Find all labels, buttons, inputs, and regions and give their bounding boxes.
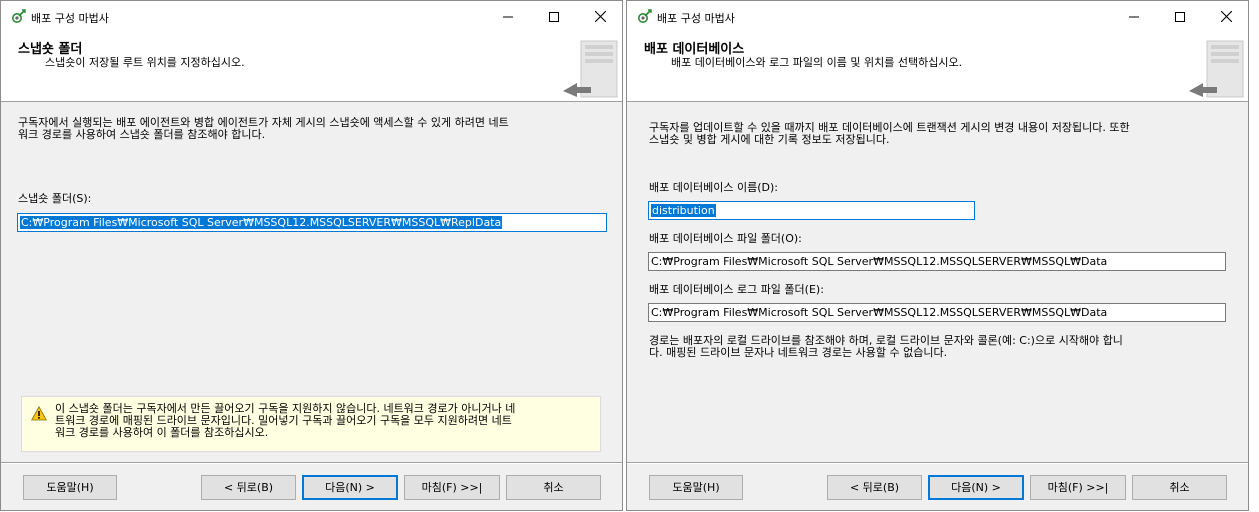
db-name-input[interactable]: distribution — [648, 201, 975, 220]
finish-button[interactable]: 마침(F) >>| — [1030, 475, 1126, 500]
log-folder-label: 배포 데이터베이스 로그 파일 폴더(E): — [649, 283, 824, 296]
window-title: 배포 구성 마법사 — [31, 12, 109, 25]
left-wizard-window: 배포 구성 마법사 스냅숏 폴더 스냅숏이 저장될 루트 위치를 지정하십시오.… — [0, 0, 623, 511]
log-folder-input[interactable]: C:₩Program Files₩Microsoft SQL Server₩MS… — [648, 303, 1226, 322]
close-icon[interactable] — [1203, 1, 1248, 32]
next-button[interactable]: 다음(N) > — [928, 475, 1024, 500]
server-graphic-icon — [561, 37, 622, 99]
description-line-2: 워크 경로를 사용하여 스냅숏 폴더를 참조해야 합니다. — [18, 128, 266, 141]
warning-line-3: 워크 경로를 사용하여 이 폴더를 참조하십시오. — [55, 426, 269, 439]
maximize-icon[interactable] — [1157, 1, 1203, 32]
path-note-line-2: 다. 매핑된 드라이브 문자나 네트워크 경로는 사용할 수 없습니다. — [649, 346, 948, 359]
db-folder-label: 배포 데이터베이스 파일 폴더(O): — [649, 232, 802, 245]
close-icon[interactable] — [577, 1, 622, 32]
next-button[interactable]: 다음(N) > — [302, 475, 398, 500]
window-title: 배포 구성 마법사 — [657, 12, 735, 25]
wizard-header: 배포 데이터베이스 배포 데이터베이스와 로그 파일의 이름 및 위치를 선택하… — [627, 32, 1248, 102]
back-button[interactable]: < 뒤로(B) — [827, 475, 922, 500]
back-button[interactable]: < 뒤로(B) — [201, 475, 296, 500]
description-line-2: 스냅숏 및 병합 게시에 대한 기록 정보도 저장됩니다. — [649, 133, 890, 146]
db-folder-input[interactable]: C:₩Program Files₩Microsoft SQL Server₩MS… — [648, 252, 1226, 271]
title-bar[interactable]: 배포 구성 마법사 — [627, 1, 1248, 32]
right-wizard-window: 배포 구성 마법사 배포 데이터베이스 배포 데이터베이스와 로그 파일의 이름… — [626, 0, 1249, 511]
minimize-icon[interactable] — [1111, 1, 1157, 32]
title-bar[interactable]: 배포 구성 마법사 — [1, 1, 622, 32]
wizard-header: 스냅숏 폴더 스냅숏이 저장될 루트 위치를 지정하십시오. — [1, 32, 622, 102]
db-name-label: 배포 데이터베이스 이름(D): — [649, 181, 778, 194]
help-button[interactable]: 도움말(H) — [23, 475, 117, 500]
db-name-value: distribution — [651, 204, 716, 217]
page-subtitle: 스냅숏이 저장될 루트 위치를 지정하십시오. — [45, 56, 245, 69]
snapshot-folder-value: C:₩Program Files₩Microsoft SQL Server₩MS… — [20, 216, 503, 229]
snapshot-folder-input[interactable]: C:₩Program Files₩Microsoft SQL Server₩MS… — [17, 213, 607, 232]
snapshot-folder-label: 스냅숏 폴더(S): — [18, 192, 92, 205]
wizard-icon — [636, 9, 652, 25]
page-subtitle: 배포 데이터베이스와 로그 파일의 이름 및 위치를 선택하십시오. — [671, 56, 963, 69]
finish-button[interactable]: 마침(F) >>| — [404, 475, 500, 500]
cancel-button[interactable]: 취소 — [1132, 475, 1227, 500]
footer-divider — [1, 462, 622, 464]
minimize-icon[interactable] — [485, 1, 531, 32]
cancel-button[interactable]: 취소 — [506, 475, 601, 500]
warning-text: 이 스냅숏 폴더는 구독자에서 만든 끌어오기 구독을 지원하지 않습니다. 네… — [55, 403, 597, 439]
footer-divider — [627, 462, 1248, 464]
help-button[interactable]: 도움말(H) — [649, 475, 743, 500]
maximize-icon[interactable] — [531, 1, 577, 32]
warning-box: 이 스냅숏 폴더는 구독자에서 만든 끌어오기 구독을 지원하지 않습니다. 네… — [21, 396, 601, 452]
wizard-icon — [10, 9, 26, 25]
server-graphic-icon — [1187, 37, 1248, 99]
warning-icon — [31, 405, 47, 424]
